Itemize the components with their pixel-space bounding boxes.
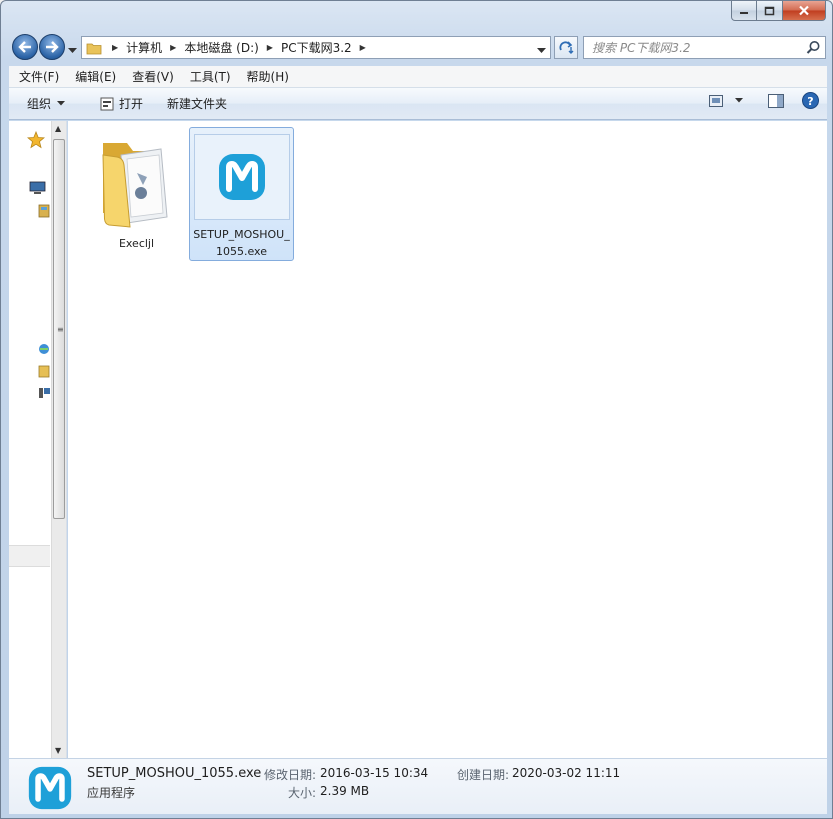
organize-button[interactable]: 组织 [17, 92, 79, 116]
menu-tools[interactable]: 工具(T) [180, 68, 237, 85]
details-file-type: 应用程序 [87, 786, 136, 800]
navigation-pane: ▲ ≡ ▼ [9, 121, 67, 758]
search-icon[interactable] [806, 40, 821, 55]
app-icon [28, 766, 72, 810]
close-button[interactable] [783, 1, 826, 21]
file-list-view[interactable]: Execljl SETUP_MOSHOU_1055.exe [68, 121, 827, 758]
details-file-name: SETUP_MOSHOU_1055.exe [87, 766, 262, 781]
details-modified-value: 2016-03-15 10:34 [320, 766, 429, 780]
maximize-button[interactable] [757, 1, 783, 21]
computer-icon[interactable] [38, 385, 50, 401]
desktop-icon[interactable] [29, 181, 47, 195]
forward-button[interactable] [39, 34, 65, 60]
scrollbar-thumb[interactable]: ≡ [53, 139, 65, 519]
new-folder-button[interactable]: 新建文件夹 [157, 92, 237, 116]
explorer-window: ▶ 计算机 ▶ 本地磁盘 (D:) ▶ PC下载网3.2 ▶ 搜索 PC下载网3… [0, 0, 833, 819]
menu-view[interactable]: 查看(V) [122, 68, 180, 85]
open-icon [100, 97, 114, 110]
folder-icon[interactable] [38, 363, 50, 379]
scrollbar-grip-icon: ≡ [57, 325, 64, 334]
minimize-icon [740, 11, 748, 14]
refresh-button[interactable] [554, 36, 578, 59]
details-modified-label: 修改日期: [264, 768, 317, 782]
arrow-left-icon [18, 41, 31, 53]
navigation-row: ▶ 计算机 ▶ 本地磁盘 (D:) ▶ PC下载网3.2 ▶ 搜索 PC下载网3… [9, 33, 827, 61]
minimize-button[interactable] [731, 1, 757, 21]
open-label: 打开 [119, 97, 144, 111]
breadcrumb-item[interactable]: ▶ 本地磁盘 (D:) [162, 39, 259, 56]
preview-pane-icon[interactable] [768, 93, 784, 108]
caption-buttons [731, 1, 826, 21]
file-item-exe[interactable]: SETUP_MOSHOU_1055.exe [189, 127, 294, 261]
navigation-pane-separator [9, 545, 50, 567]
details-created-value: 2020-03-02 11:11 [512, 766, 621, 780]
breadcrumb-separator-icon[interactable]: ▶ [112, 43, 118, 52]
menu-help[interactable]: 帮助(H) [237, 68, 295, 85]
address-bar[interactable]: ▶ 计算机 ▶ 本地磁盘 (D:) ▶ PC下载网3.2 ▶ [81, 36, 551, 59]
details-size-label: 大小: [288, 786, 317, 800]
breadcrumb-label[interactable]: 计算机 [126, 39, 162, 56]
file-name: SETUP_MOSHOU_1055.exe [193, 228, 290, 258]
navigation-scrollbar[interactable]: ▲ ≡ ▼ [51, 121, 66, 758]
scroll-down-arrow-icon[interactable]: ▼ [55, 746, 61, 755]
breadcrumb-label[interactable]: 本地磁盘 (D:) [184, 39, 258, 56]
breadcrumb-separator-icon[interactable]: ▶ [170, 43, 176, 52]
scroll-up-arrow-icon[interactable]: ▲ [55, 124, 61, 133]
menu-bar: 文件(F) 编辑(E) 查看(V) 工具(T) 帮助(H) [9, 66, 827, 88]
breadcrumb-item[interactable]: ▶ 计算机 [104, 39, 162, 56]
breadcrumb-label[interactable]: PC下载网3.2 [281, 39, 352, 56]
network-icon[interactable] [38, 341, 50, 357]
folder-icon [86, 43, 102, 54]
chevron-down-icon [735, 97, 743, 102]
search-input[interactable]: 搜索 PC下载网3.2 [583, 36, 826, 59]
file-name: Execljl [118, 237, 155, 250]
view-controls: ? [709, 92, 819, 109]
open-button[interactable]: 打开 [89, 92, 153, 116]
details-created-label: 创建日期: [457, 768, 510, 782]
chevron-down-icon [537, 48, 546, 53]
command-bar: 组织 打开 新建文件夹 ? [9, 88, 827, 120]
favorites-star-icon[interactable] [27, 131, 45, 149]
address-history-dropdown[interactable] [537, 43, 546, 57]
search-placeholder: 搜索 PC下载网3.2 [592, 41, 691, 55]
close-icon [799, 5, 809, 16]
app-icon-frame [193, 134, 290, 220]
file-item-folder[interactable]: Execljl [84, 127, 189, 261]
svg-text:?: ? [807, 95, 813, 108]
help-icon[interactable]: ? [802, 92, 819, 109]
refresh-icon [559, 40, 574, 54]
arrow-right-icon [46, 41, 59, 53]
menu-edit[interactable]: 编辑(E) [65, 68, 122, 85]
app-icon [218, 154, 265, 200]
breadcrumb-separator-icon[interactable]: ▶ [360, 43, 366, 52]
chevron-down-icon [68, 48, 77, 53]
details-pane: SETUP_MOSHOU_1055.exe 应用程序 修改日期: 2016-03… [9, 758, 827, 814]
breadcrumb-item[interactable]: ▶ PC下载网3.2 [259, 39, 352, 56]
details-size-value: 2.39 MB [320, 784, 370, 798]
breadcrumb-separator-icon[interactable]: ▶ [267, 43, 273, 52]
chevron-down-icon [57, 100, 66, 105]
new-folder-label: 新建文件夹 [167, 97, 228, 111]
back-button[interactable] [12, 34, 38, 60]
menu-file[interactable]: 文件(F) [9, 68, 65, 85]
library-icon[interactable] [38, 203, 50, 219]
folder-icon [101, 143, 168, 228]
maximize-icon [764, 6, 775, 15]
view-thumbnail-icon [709, 94, 723, 107]
recent-pages-dropdown[interactable] [68, 43, 77, 57]
organize-label: 组织 [27, 97, 52, 111]
change-view-button[interactable] [709, 94, 744, 107]
